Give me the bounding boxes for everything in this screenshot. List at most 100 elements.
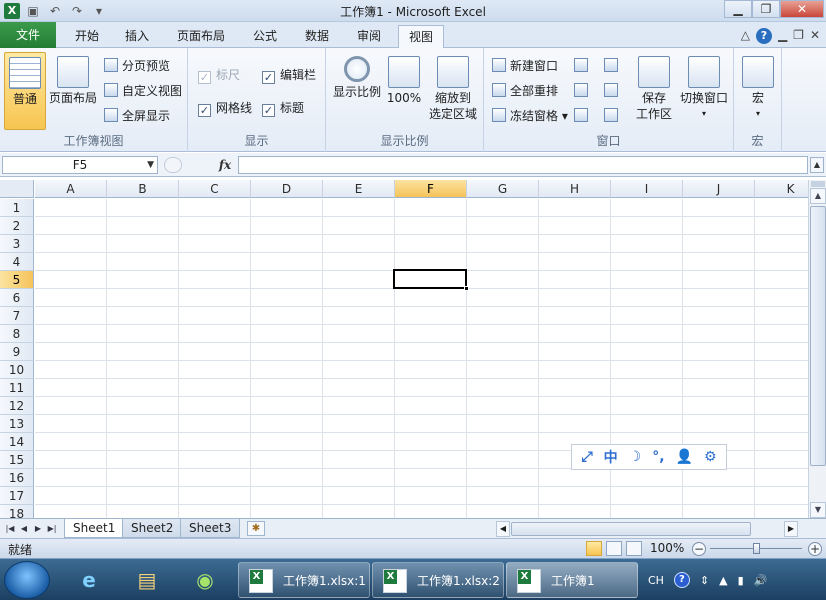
ime-settings-icon[interactable]: ⚙ [704, 449, 717, 465]
name-box[interactable]: F5 ▼ [2, 156, 158, 174]
new-window-button[interactable]: 新建窗口 [492, 56, 558, 76]
row-header-14[interactable]: 14 [0, 433, 34, 451]
arrange-all-button[interactable]: 全部重排 [492, 81, 558, 101]
insert-function-icon[interactable]: fx [214, 156, 236, 174]
headings-checkbox[interactable]: ✓ 标题 [262, 98, 304, 118]
row-header-3[interactable]: 3 [0, 235, 34, 253]
column-header-c[interactable]: C [179, 180, 251, 198]
internet-explorer-icon[interactable]: e [66, 563, 112, 597]
row-header-18[interactable]: 18 [0, 505, 34, 518]
row-header-10[interactable]: 10 [0, 361, 34, 379]
ime-expand-icon[interactable]: ⤢ [581, 449, 592, 465]
gridlines-checkbox[interactable]: ✓ 网格线 [198, 98, 252, 118]
row-header-13[interactable]: 13 [0, 415, 34, 433]
column-header-f[interactable]: F [395, 180, 467, 198]
vertical-scrollbar[interactable]: ▲ ▼ [808, 180, 826, 518]
row-header-7[interactable]: 7 [0, 307, 34, 325]
next-sheet-icon[interactable]: ▶ [32, 522, 44, 536]
switch-windows-button[interactable]: 切换窗口 ▾ [676, 56, 732, 122]
row-header-16[interactable]: 16 [0, 469, 34, 487]
scroll-up-icon[interactable]: ▲ [810, 188, 826, 204]
zoom-to-selection-button[interactable]: 缩放到 选定区域 [426, 56, 480, 122]
normal-view-button[interactable]: 普通 [4, 52, 46, 130]
column-header-a[interactable]: A [35, 180, 107, 198]
tab-insert[interactable]: 插入 [114, 25, 160, 48]
freeze-panes-button[interactable]: 冻结窗格 ▾ [492, 106, 568, 126]
normal-view-status-icon[interactable] [586, 541, 602, 556]
network-icon[interactable]: ▮ [738, 574, 744, 587]
help-icon[interactable]: ? [755, 28, 772, 44]
row-header-9[interactable]: 9 [0, 343, 34, 361]
tray-help-icon[interactable]: ? [673, 572, 690, 588]
page-break-preview-button[interactable]: 分页预览 [104, 56, 170, 76]
column-header-i[interactable]: I [611, 180, 683, 198]
row-header-17[interactable]: 17 [0, 487, 34, 505]
fill-handle[interactable] [464, 286, 469, 291]
chevron-down-icon[interactable]: ▼ [147, 157, 154, 173]
language-indicator[interactable]: CH [648, 574, 664, 587]
zoom-100-button[interactable]: 100% [386, 56, 422, 106]
zoom-slider-thumb[interactable] [753, 543, 760, 554]
workbook-restore-icon[interactable]: ❐ [793, 28, 804, 44]
scroll-right-icon[interactable]: ▶ [784, 521, 798, 537]
prev-sheet-icon[interactable]: ◀ [18, 522, 30, 536]
select-all-corner[interactable] [0, 180, 34, 198]
row-header-15[interactable]: 15 [0, 451, 34, 469]
split-box[interactable] [811, 181, 825, 187]
column-header-e[interactable]: E [323, 180, 395, 198]
horizontal-scroll-thumb[interactable] [511, 522, 751, 536]
zoom-out-icon[interactable]: − [692, 542, 706, 556]
tab-file[interactable]: 文件 [0, 22, 56, 48]
hide-button[interactable] [574, 81, 592, 101]
formula-input[interactable] [238, 156, 808, 174]
taskbar-item-workbook[interactable]: 工作簿1 [506, 562, 638, 598]
zoom-button[interactable]: 显示比例 [332, 56, 382, 100]
column-header-g[interactable]: G [467, 180, 539, 198]
close-button[interactable]: ✕ [780, 0, 824, 18]
sheet-tab-sheet3[interactable]: Sheet3 [180, 519, 241, 538]
row-header-11[interactable]: 11 [0, 379, 34, 397]
formula-expand-handle[interactable] [164, 157, 182, 173]
row-header-2[interactable]: 2 [0, 217, 34, 235]
column-header-j[interactable]: J [683, 180, 755, 198]
column-header-k[interactable]: K [755, 180, 808, 198]
ime-halfwidth-icon[interactable]: ☽ [629, 449, 642, 465]
full-screen-button[interactable]: 全屏显示 [104, 106, 170, 126]
show-hidden-icons-icon[interactable]: ▲ [719, 574, 727, 587]
tab-data[interactable]: 数据 [294, 25, 340, 48]
workbook-close-icon[interactable]: ✕ [810, 28, 820, 44]
tab-formulas[interactable]: 公式 [242, 25, 288, 48]
taskbar-item-workbook-2[interactable]: 工作簿1.xlsx:2 [372, 562, 504, 598]
page-break-status-icon[interactable] [626, 541, 642, 556]
vertical-scroll-thumb[interactable] [810, 206, 826, 466]
page-layout-view-button[interactable]: 页面布局 [48, 56, 98, 106]
macros-button[interactable]: 宏 ▾ [740, 56, 776, 122]
row-header-4[interactable]: 4 [0, 253, 34, 271]
row-header-1[interactable]: 1 [0, 199, 34, 217]
view-side-by-side-button[interactable] [604, 56, 622, 76]
last-sheet-icon[interactable]: ▶| [46, 522, 58, 536]
scroll-left-icon[interactable]: ◀ [496, 521, 510, 537]
unhide-button[interactable] [574, 106, 592, 126]
collapse-ribbon-icon[interactable]: △ [741, 28, 750, 44]
sheet-tab-sheet1[interactable]: Sheet1 [64, 519, 125, 538]
split-button[interactable] [574, 56, 592, 76]
scroll-down-icon[interactable]: ▼ [810, 502, 826, 518]
ime-user-icon[interactable]: 👤 [676, 449, 693, 465]
ime-chinese-mode[interactable]: 中 [604, 447, 618, 467]
minimize-button[interactable]: ▁ [724, 0, 752, 18]
zoom-in-icon[interactable]: + [808, 542, 822, 556]
formula-bar-checkbox[interactable]: ✓ 编辑栏 [262, 65, 316, 85]
ruler-checkbox[interactable]: ✓ 标尺 [198, 65, 240, 85]
sync-scroll-button[interactable] [604, 81, 622, 101]
browser-icon[interactable]: ◉ [182, 563, 228, 597]
workbook-minimize-icon[interactable]: ▁ [778, 28, 787, 44]
tab-home[interactable]: 开始 [62, 25, 112, 48]
page-layout-status-icon[interactable] [606, 541, 622, 556]
sheet-tab-sheet2[interactable]: Sheet2 [122, 519, 183, 538]
save-workspace-button[interactable]: 保存 工作区 [632, 56, 676, 122]
file-explorer-icon[interactable]: ▤ [124, 563, 170, 597]
column-header-b[interactable]: B [107, 180, 179, 198]
tab-page-layout[interactable]: 页面布局 [166, 25, 236, 48]
expand-formula-bar-icon[interactable]: ▲ [810, 157, 824, 173]
